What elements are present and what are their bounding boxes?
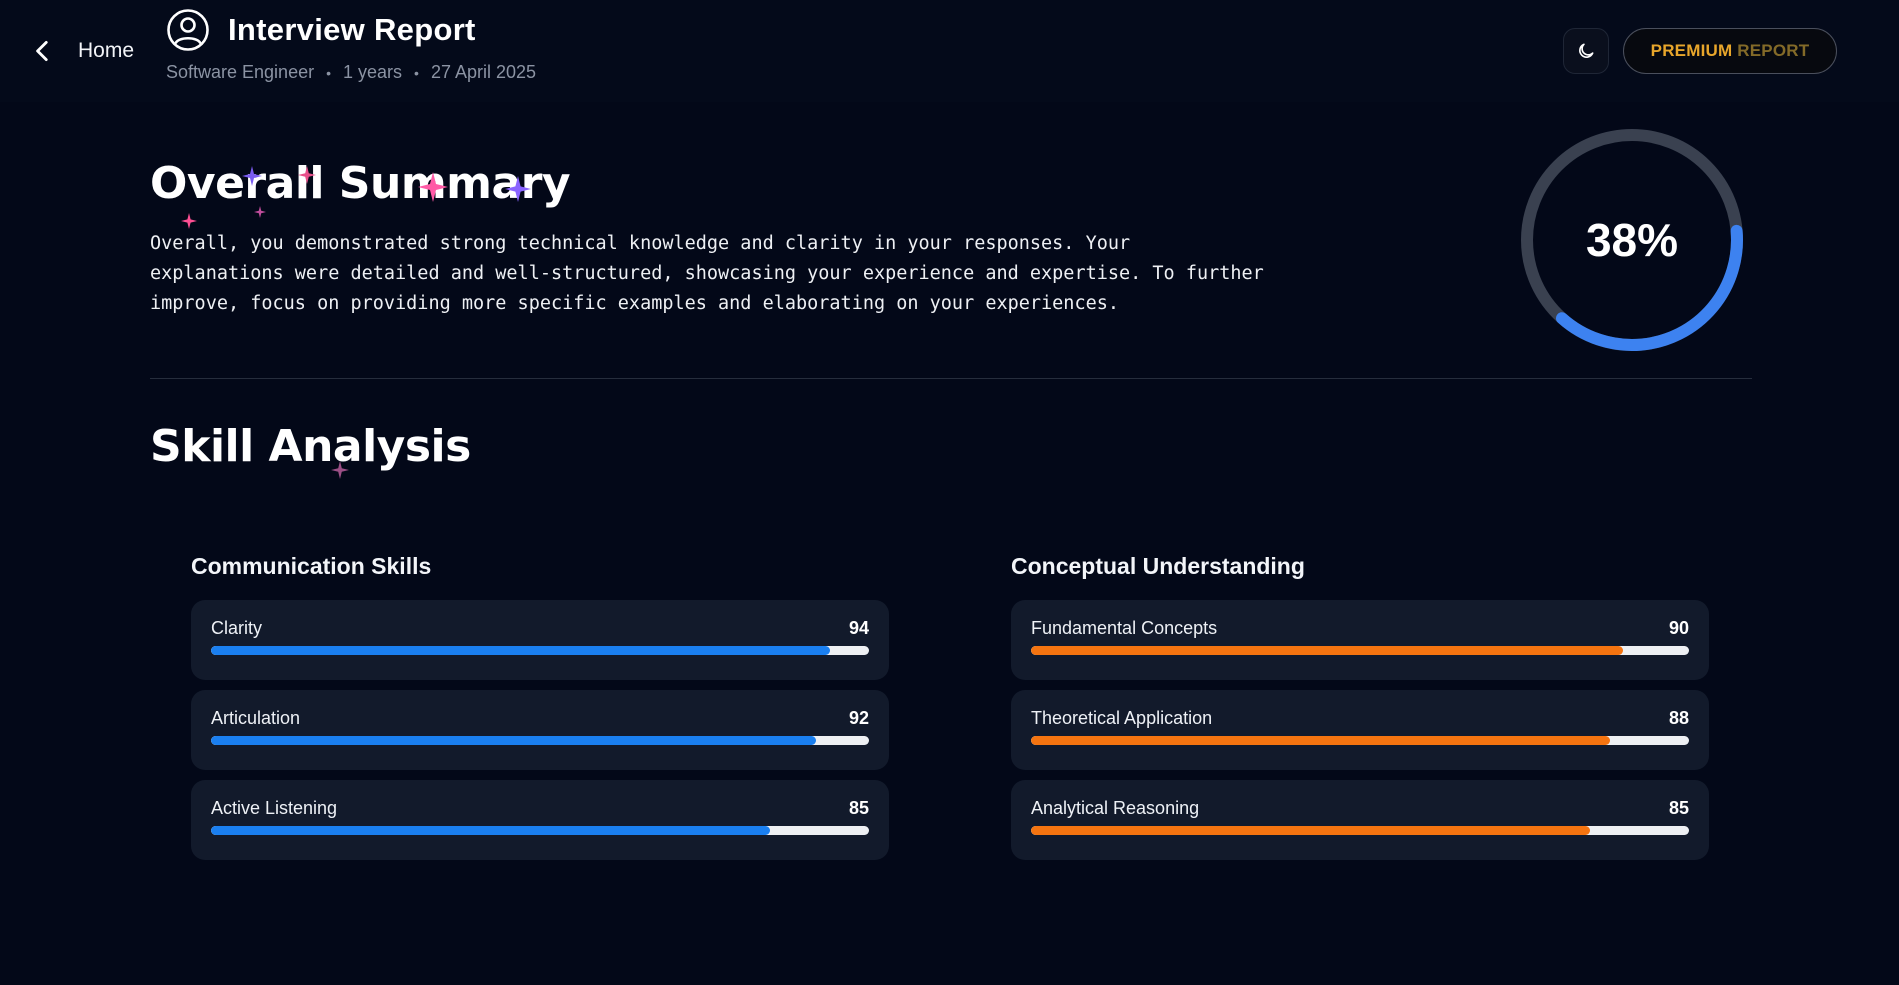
sparkle-icon <box>242 166 262 186</box>
home-back-button[interactable]: Home <box>30 32 134 70</box>
page-title: Interview Report <box>228 12 476 47</box>
section-divider <box>150 378 1752 379</box>
report-label: REPORT <box>1737 41 1810 60</box>
skill-bar-track <box>211 646 869 655</box>
skill-group-conceptual: Conceptual Understanding Fundamental Con… <box>1011 553 1709 870</box>
meta-date: 27 April 2025 <box>430 62 537 82</box>
premium-report-button[interactable]: PREMIUM REPORT <box>1623 28 1837 74</box>
skill-bar-track <box>1031 646 1689 655</box>
sparkle-icon <box>418 172 448 202</box>
skill-bar-track <box>211 736 869 745</box>
skill-card: Active Listening 85 <box>191 780 889 860</box>
moon-icon <box>1579 43 1594 58</box>
premium-label: PREMIUM <box>1650 41 1733 60</box>
skill-name: Theoretical Application <box>1031 708 1213 728</box>
skill-bar-track <box>1031 826 1689 835</box>
skill-score: 88 <box>1668 708 1689 728</box>
sparkle-icon <box>505 176 531 202</box>
skill-card: Analytical Reasoning 85 <box>1011 780 1709 860</box>
overall-score: 38% <box>1585 214 1679 266</box>
sparkle-icon <box>298 166 316 184</box>
skill-name: Fundamental Concepts <box>1031 618 1218 638</box>
home-label: Home <box>78 39 135 62</box>
skill-bar-fill <box>1031 736 1611 745</box>
skill-bar-fill <box>211 826 771 835</box>
sparkle-icon <box>331 461 349 479</box>
report-title-block: Interview Report Software Engineer • 1 y… <box>166 8 536 83</box>
meta-separator: • <box>414 64 419 81</box>
skill-name: Analytical Reasoning <box>1031 798 1200 818</box>
top-bar: Home Interview Report Software Engineer … <box>0 0 1899 102</box>
skill-card: Articulation 92 <box>191 690 889 770</box>
skill-bar-fill <box>1031 646 1624 655</box>
skill-name: Articulation <box>211 708 301 728</box>
sparkle-icon <box>254 206 266 218</box>
sparkle-icon <box>181 213 197 229</box>
skill-card: Clarity 94 <box>191 600 889 680</box>
report-meta: Software Engineer • 1 years • 27 April 2… <box>166 62 536 83</box>
user-circle-icon <box>167 9 209 51</box>
skill-score: 94 <box>848 618 869 638</box>
skill-bar-track <box>1031 736 1689 745</box>
skill-score: 90 <box>1668 618 1689 638</box>
skill-card: Fundamental Concepts 90 <box>1011 600 1709 680</box>
skill-bar-fill <box>1031 826 1591 835</box>
skill-bar-fill <box>211 646 830 655</box>
skill-bar-fill <box>211 736 817 745</box>
report-page: Home Interview Report Software Engineer … <box>0 0 1899 985</box>
skill-group-title: Conceptual Understanding <box>1011 553 1305 579</box>
meta-separator: • <box>326 64 331 81</box>
skill-score: 85 <box>1668 798 1689 818</box>
skill-score: 85 <box>848 798 869 818</box>
skill-group-title: Communication Skills <box>191 553 432 579</box>
skill-card: Theoretical Application 88 <box>1011 690 1709 770</box>
meta-role: Software Engineer <box>166 62 315 82</box>
skill-name: Clarity <box>211 618 263 638</box>
theme-toggle-button[interactable] <box>1563 28 1609 74</box>
skill-name: Active Listening <box>211 798 338 818</box>
skill-analysis-heading: Skill Analysis <box>150 421 471 472</box>
meta-experience: 1 years <box>343 62 403 82</box>
summary-text: Overall, you demonstrated strong technic… <box>150 233 1264 314</box>
skill-bar-track <box>211 826 869 835</box>
skill-group-communication: Communication Skills Clarity 94 Articula… <box>191 553 889 870</box>
skill-score: 92 <box>848 708 869 728</box>
chevron-left-icon <box>36 40 48 62</box>
